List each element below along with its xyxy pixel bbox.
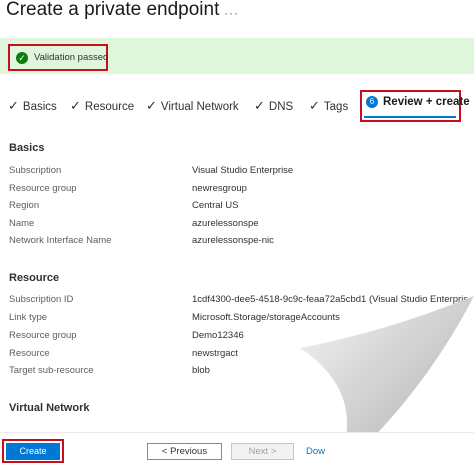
basics-nic-value: azurelessonspe-nic bbox=[192, 235, 274, 246]
basics-name-label: Name bbox=[9, 218, 35, 229]
tab-label: Review + create bbox=[383, 96, 470, 108]
validation-status: ✓ Validation passed bbox=[8, 44, 108, 71]
step-number-badge: 6 bbox=[366, 96, 378, 108]
more-options-icon[interactable]: ··· bbox=[224, 6, 239, 20]
tab-label: Tags bbox=[323, 101, 349, 113]
next-button[interactable]: Next > bbox=[231, 443, 294, 460]
basics-subscription-label: Subscription bbox=[9, 165, 62, 176]
tab-virtual-network[interactable]: ✓ Virtual Network bbox=[146, 98, 239, 114]
basics-region-value: Central US bbox=[192, 200, 239, 211]
tab-resource[interactable]: ✓ Resource bbox=[70, 98, 134, 114]
create-button[interactable]: Create bbox=[6, 443, 60, 460]
tab-basics[interactable]: ✓ Basics bbox=[8, 98, 57, 114]
checkmark-icon: ✓ bbox=[8, 98, 19, 113]
basics-subscription-value: Visual Studio Enterprise bbox=[192, 165, 294, 176]
tab-dns[interactable]: ✓ DNS bbox=[254, 98, 293, 114]
resource-group-label: Resource group bbox=[9, 330, 77, 341]
page-title: Create a private endpoint bbox=[6, 0, 220, 20]
checkmark-icon: ✓ bbox=[70, 98, 81, 113]
section-heading-virtual-network: Virtual Network bbox=[9, 402, 90, 414]
checkmark-icon: ✓ bbox=[309, 98, 320, 113]
target-sub-resource-value: blob bbox=[192, 365, 210, 376]
basics-region-label: Region bbox=[9, 200, 40, 211]
section-heading-basics: Basics bbox=[9, 142, 45, 154]
basics-name-value: azurelessonspe bbox=[192, 218, 259, 229]
resource-name-label: Resource bbox=[9, 348, 50, 359]
resource-group-value: Demo12346 bbox=[192, 330, 244, 341]
tab-review-create[interactable]: 6 Review + create bbox=[366, 96, 470, 108]
section-heading-resource: Resource bbox=[9, 272, 60, 284]
resource-subscription-id-value: 1cdf4300-dee5-4518-9c9c-feaa72a5cbd1 (Vi… bbox=[192, 294, 469, 305]
checkmark-icon: ✓ bbox=[146, 98, 157, 113]
basics-resource-group-label: Resource group bbox=[9, 183, 77, 194]
previous-button[interactable]: < Previous bbox=[147, 443, 222, 460]
validation-text: Validation passed bbox=[34, 52, 109, 63]
resource-link-type-value: Microsoft.Storage/storageAccounts bbox=[192, 312, 340, 323]
resource-link-type-label: Link type bbox=[9, 312, 48, 323]
basics-resource-group-value: newresgroup bbox=[192, 183, 247, 194]
active-tab-indicator bbox=[364, 116, 456, 118]
check-circle-icon: ✓ bbox=[16, 51, 28, 64]
tab-tags[interactable]: ✓ Tags bbox=[309, 98, 348, 114]
tab-label: DNS bbox=[268, 101, 294, 113]
checkmark-icon: ✓ bbox=[254, 98, 265, 113]
tab-label: Basics bbox=[22, 101, 57, 113]
resource-subscription-id-label: Subscription ID bbox=[9, 294, 74, 305]
tab-label: Virtual Network bbox=[160, 101, 239, 113]
resource-name-value: newstrgact bbox=[192, 348, 238, 359]
tab-label: Resource bbox=[84, 101, 135, 113]
basics-nic-label: Network Interface Name bbox=[9, 235, 112, 246]
download-template-link[interactable]: Dow bbox=[306, 446, 325, 457]
target-sub-resource-label: Target sub-resource bbox=[9, 365, 94, 376]
